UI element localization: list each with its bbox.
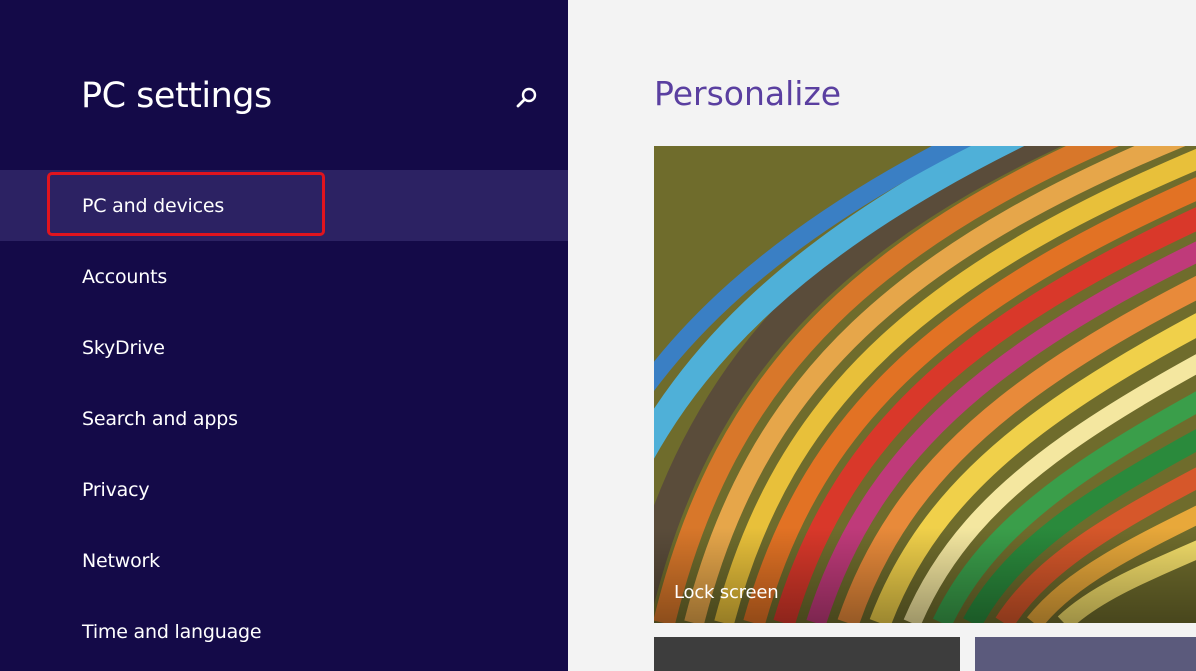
nav-item-time-and-language[interactable]: Time and language [0, 596, 568, 667]
search-button[interactable] [512, 84, 542, 114]
page-title: Personalize [654, 74, 842, 113]
nav-item-network[interactable]: Network [0, 525, 568, 596]
nav-item-accounts[interactable]: Accounts [0, 241, 568, 312]
nav-item-label: PC and devices [82, 194, 225, 217]
tile-label: Lock screen [674, 582, 779, 603]
nav-item-skydrive[interactable]: SkyDrive [0, 312, 568, 383]
nav-item-label: Search and apps [82, 407, 238, 430]
sidebar: PC settings PC and devices Accounts SkyD… [0, 0, 568, 671]
search-icon [516, 87, 537, 108]
nav-item-privacy[interactable]: Privacy [0, 454, 568, 525]
account-picture-tile[interactable] [975, 637, 1196, 671]
nav-item-label: SkyDrive [82, 336, 165, 359]
nav-item-label: Privacy [82, 478, 150, 501]
lock-screen-image [654, 146, 1196, 623]
start-screen-tile[interactable] [654, 637, 960, 671]
nav-item-pc-and-devices[interactable]: PC and devices [0, 170, 568, 241]
nav-item-label: Network [82, 549, 160, 572]
app-title: PC settings [81, 76, 272, 116]
nav-item-label: Accounts [82, 265, 168, 288]
lock-screen-tile[interactable]: Lock screen [654, 146, 1196, 623]
nav-item-label: Time and language [82, 620, 262, 643]
nav-item-search-and-apps[interactable]: Search and apps [0, 383, 568, 454]
